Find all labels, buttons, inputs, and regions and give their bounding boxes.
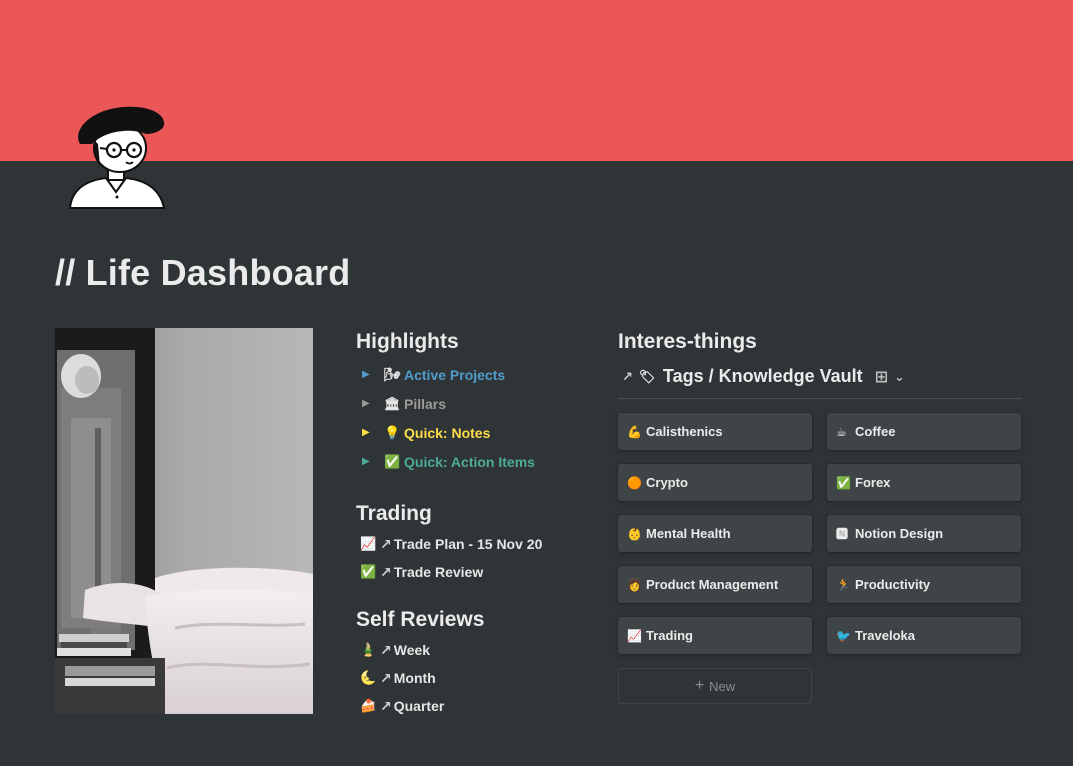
gallery-card-mental-health[interactable]: 👶 Mental Health: [618, 515, 812, 552]
chevron-down-icon[interactable]: ⌄: [894, 369, 905, 385]
page-icon-avatar[interactable]: [62, 100, 170, 210]
new-label: New: [709, 678, 736, 694]
trading-links: 📈 ↗ Trade Plan - 15 Nov 20 ✅ ↗ Trade Rev…: [356, 530, 596, 586]
wind-icon: 🌬: [384, 366, 401, 382]
light-bulb-icon: 💡: [384, 424, 401, 440]
person-running-icon: 🏃: [836, 577, 851, 592]
card-title: Trading: [646, 628, 693, 643]
toggle-label: Quick: Action Items: [404, 453, 535, 470]
cake-slice-icon: 🍰: [360, 698, 377, 713]
highlights-list: ▶ 🌬 Active Projects ▶ 🏛 Pillars ▶ 💡 Quic…: [356, 360, 596, 476]
crescent-moon-icon: 🌜: [360, 670, 377, 685]
self-reviews-heading: Self Reviews: [356, 608, 485, 631]
gallery-card-notion-design[interactable]: 🅽 Notion Design: [827, 515, 1021, 552]
link-quarter[interactable]: 🍰 ↗ Quarter: [356, 692, 596, 720]
card-title: Product Management: [646, 577, 779, 592]
database-title[interactable]: Tags / Knowledge Vault: [663, 366, 863, 387]
linked-database-header: ↗ 🏷 Tags / Knowledge Vault ⊞ ⌄: [618, 361, 1022, 399]
page-title[interactable]: // Life Dashboard: [55, 252, 350, 294]
link-label: Week: [393, 642, 431, 658]
toggle-label: Quick: Notes: [404, 424, 491, 441]
toggle-triangle-icon[interactable]: ▶: [356, 456, 384, 467]
chart-increasing-icon: 📈: [360, 536, 377, 551]
link-trade-plan[interactable]: 📈 ↗ Trade Plan - 15 Nov 20: [356, 530, 596, 558]
link-week[interactable]: 🎍 ↗ Week: [356, 636, 596, 664]
gallery-card-traveloka[interactable]: 🐦 Traveloka: [827, 617, 1021, 654]
middle-column: Highlights ▶ 🌬 Active Projects ▶ 🏛 Pilla…: [356, 330, 596, 720]
gallery-card-calisthenics[interactable]: 💪 Calisthenics: [618, 413, 812, 450]
self-reviews-links: 🎍 ↗ Week 🌜 ↗ Month 🍰 ↗ Quarter: [356, 636, 596, 720]
flexed-biceps-icon: 💪: [627, 424, 642, 439]
coin-icon: 🟠: [627, 475, 642, 490]
link-arrow-icon: ↗: [380, 669, 392, 686]
toggle-label: Active Projects: [404, 366, 506, 383]
cover-photo-bedroom: [55, 328, 313, 714]
toggle-pillars[interactable]: ▶ 🏛 Pillars: [356, 389, 596, 418]
link-label: Quarter: [393, 698, 445, 714]
gallery-view-icon[interactable]: ⊞: [875, 367, 888, 387]
bird-icon: 🐦: [836, 628, 851, 643]
link-arrow-icon[interactable]: ↗: [622, 369, 633, 385]
interesthings-heading: Interes-things: [618, 330, 757, 353]
link-arrow-icon: ↗: [380, 535, 392, 552]
card-title: Forex: [855, 475, 891, 490]
gallery-grid: 💪 Calisthenics ☕ Coffee 🟠 Crypto ✅ Forex…: [618, 413, 1022, 654]
gallery-card-product-management[interactable]: 👩 Product Management: [618, 566, 812, 603]
plus-icon: +: [694, 677, 705, 694]
link-arrow-icon: ↗: [380, 641, 392, 658]
trading-heading: Trading: [356, 502, 432, 525]
card-title: Crypto: [646, 475, 688, 490]
link-arrow-icon: ↗: [380, 563, 392, 580]
baby-face-icon: 👶: [627, 526, 642, 541]
new-card-button[interactable]: + New: [618, 668, 812, 704]
link-arrow-icon: ↗: [380, 697, 392, 714]
classical-building-icon: 🏛: [384, 395, 401, 411]
link-label: Month: [393, 670, 436, 686]
tag-icon: 🏷: [638, 368, 656, 384]
check-mark-icon: ✅: [360, 564, 377, 579]
toggle-triangle-icon[interactable]: ▶: [356, 427, 384, 438]
chart-increasing-icon: 📈: [627, 628, 642, 643]
card-title: Coffee: [855, 424, 896, 439]
gallery-card-productivity[interactable]: 🏃 Productivity: [827, 566, 1021, 603]
right-column: Interes-things ↗ 🏷 Tags / Knowledge Vaul…: [618, 330, 1022, 704]
coffee-icon: ☕: [836, 424, 847, 439]
link-month[interactable]: 🌜 ↗ Month: [356, 664, 596, 692]
card-title: Productivity: [855, 577, 931, 592]
link-label: Trade Plan - 15 Nov 20: [393, 536, 543, 552]
check-mark-icon: ✅: [836, 475, 851, 490]
toggle-triangle-icon[interactable]: ▶: [356, 369, 384, 380]
check-mark-icon: ✅: [384, 453, 401, 469]
card-title: Mental Health: [646, 526, 731, 541]
card-title: Calisthenics: [646, 424, 723, 439]
toggle-active-projects[interactable]: ▶ 🌬 Active Projects: [356, 360, 596, 389]
person-at-laptop-icon: 👩: [627, 577, 642, 592]
highlights-heading: Highlights: [356, 330, 459, 353]
toggle-triangle-icon[interactable]: ▶: [356, 398, 384, 409]
toggle-label: Pillars: [404, 395, 447, 412]
notion-logo-icon: 🅽: [836, 527, 849, 541]
gallery-card-crypto[interactable]: 🟠 Crypto: [618, 464, 812, 501]
toggle-quick-notes[interactable]: ▶ 💡 Quick: Notes: [356, 418, 596, 447]
toggle-quick-action-items[interactable]: ▶ ✅ Quick: Action Items: [356, 447, 596, 476]
link-trade-review[interactable]: ✅ ↗ Trade Review: [356, 558, 596, 586]
gallery-card-coffee[interactable]: ☕ Coffee: [827, 413, 1021, 450]
card-title: Traveloka: [855, 628, 915, 643]
gallery-card-trading[interactable]: 📈 Trading: [618, 617, 812, 654]
link-label: Trade Review: [393, 564, 484, 580]
gallery-card-forex[interactable]: ✅ Forex: [827, 464, 1021, 501]
pine-decoration-icon: 🎍: [360, 642, 377, 657]
card-title: Notion Design: [855, 526, 944, 541]
